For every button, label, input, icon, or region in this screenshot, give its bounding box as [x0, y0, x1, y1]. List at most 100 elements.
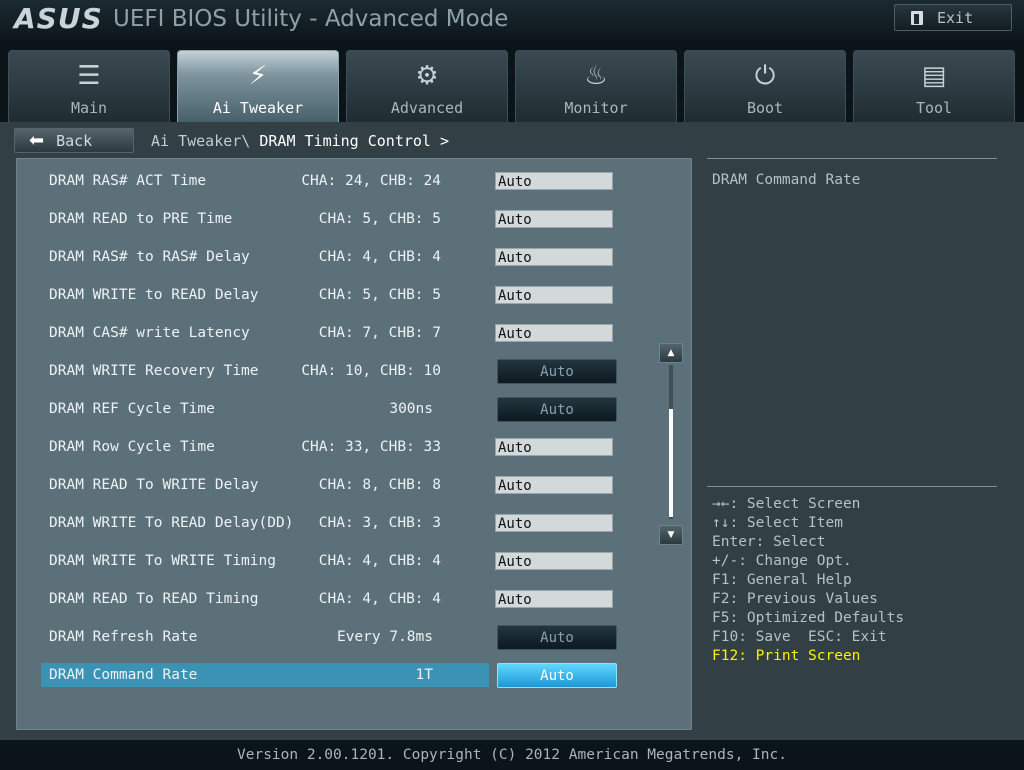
setting-value: Every 7.8ms: [336, 629, 433, 645]
tab-label: Advanced: [390, 99, 464, 117]
scroll-down-button[interactable]: ▼: [659, 525, 683, 545]
setting-value: CHA: 10, CHB: 10: [301, 363, 441, 379]
breadcrumb-parent[interactable]: Ai Tweaker\: [151, 132, 250, 150]
monitor-icon: ♨: [584, 61, 608, 91]
setting-label: DRAM RAS# to RAS# Delay: [49, 249, 250, 265]
dram-read-to-pre-time-input[interactable]: Auto: [495, 210, 613, 228]
setting-label: DRAM CAS# write Latency: [49, 325, 250, 341]
setting-dram-command-rate[interactable]: DRAM Command Rate 1T: [41, 663, 489, 687]
help-title: DRAM Command Rate: [712, 172, 861, 188]
hotkey-change-opt: +/-: Change Opt.: [712, 553, 852, 569]
tab-monitor[interactable]: ♨ Monitor: [515, 50, 677, 122]
hotkey-f10-esc: F10: Save ESC: Exit: [712, 629, 887, 645]
setting-dram-write-to-read-delay-dd[interactable]: DRAM WRITE To READ Delay(DD) CHA: 3, CHB…: [41, 511, 489, 535]
setting-label: DRAM READ to PRE Time: [49, 211, 233, 227]
setting-label: DRAM Row Cycle Time: [49, 439, 215, 455]
scroll-up-button[interactable]: ▲: [659, 343, 683, 363]
tab-main[interactable]: ☰ Main: [8, 50, 170, 122]
setting-dram-read-to-read-timing[interactable]: DRAM READ To READ Timing CHA: 4, CHB: 4: [41, 587, 489, 611]
setting-dram-write-to-read-delay[interactable]: DRAM WRITE to READ Delay CHA: 5, CHB: 5: [41, 283, 489, 307]
exit-button[interactable]: Exit: [894, 4, 1012, 31]
setting-dram-ref-cycle-time[interactable]: DRAM REF Cycle Time 300ns: [41, 397, 489, 421]
dram-write-to-write-timing-input[interactable]: Auto: [495, 552, 613, 570]
help-divider-bottom: [707, 486, 997, 487]
dram-write-to-read-delay-input[interactable]: Auto: [495, 286, 613, 304]
setting-label: DRAM WRITE to READ Delay: [49, 287, 259, 303]
asus-logo: ASUS: [14, 2, 103, 35]
dram-read-to-read-timing-input[interactable]: Auto: [495, 590, 613, 608]
tweaker-icon: ⚡: [248, 61, 268, 91]
title-bar: ASUS UEFI BIOS Utility - Advanced Mode E…: [0, 0, 1024, 40]
tab-label: Monitor: [564, 99, 628, 117]
hotkey-select-item: ↑↓: Select Item: [712, 515, 843, 531]
back-button[interactable]: ⬅ Back: [14, 128, 134, 153]
setting-value: CHA: 7, CHB: 7: [318, 325, 441, 341]
dram-ras-act-time-input[interactable]: Auto: [495, 172, 613, 190]
hotkey-enter: Enter: Select: [712, 534, 826, 550]
setting-label: DRAM RAS# ACT Time: [49, 173, 207, 189]
setting-dram-ras-act-time[interactable]: DRAM RAS# ACT Time CHA: 24, CHB: 24: [41, 169, 489, 193]
tab-label: Main: [70, 99, 108, 117]
dram-row-cycle-time-input[interactable]: Auto: [495, 438, 613, 456]
dram-write-to-read-delay-dd-input[interactable]: Auto: [495, 514, 613, 532]
setting-label: DRAM Command Rate: [49, 667, 198, 683]
dram-ref-cycle-time-option[interactable]: Auto: [497, 397, 617, 422]
dram-cas-write-latency-input[interactable]: Auto: [495, 324, 613, 342]
setting-value: CHA: 4, CHB: 4: [318, 591, 441, 607]
setting-dram-write-to-write-timing[interactable]: DRAM WRITE To WRITE Timing CHA: 4, CHB: …: [41, 549, 489, 573]
hotkey-f2: F2: Previous Values: [712, 591, 878, 607]
setting-dram-cas-write-latency[interactable]: DRAM CAS# write Latency CHA: 7, CHB: 7: [41, 321, 489, 345]
setting-value: 1T: [415, 667, 433, 683]
setting-label: DRAM REF Cycle Time: [49, 401, 215, 417]
dram-ras-to-ras-delay-input[interactable]: Auto: [495, 248, 613, 266]
advanced-icon: ⚙: [415, 61, 439, 91]
tab-advanced[interactable]: ⚙ Advanced: [346, 50, 508, 122]
scrollbar-thumb[interactable]: [669, 409, 673, 517]
setting-label: DRAM READ To READ Timing: [49, 591, 259, 607]
setting-dram-read-to-write-delay[interactable]: DRAM READ To WRITE Delay CHA: 8, CHB: 8: [41, 473, 489, 497]
hotkey-f1: F1: General Help: [712, 572, 852, 588]
exit-door-icon: [911, 10, 923, 25]
main-tabs: ☰ Main ⚡ Ai Tweaker ⚙ Advanced ♨ Monitor…: [0, 40, 1024, 122]
version-footer: Version 2.00.1201. Copyright (C) 2012 Am…: [0, 740, 1024, 768]
setting-value: CHA: 4, CHB: 4: [318, 249, 441, 265]
setting-value: CHA: 24, CHB: 24: [301, 173, 441, 189]
setting-value: 300ns: [389, 401, 433, 417]
hotkey-select-screen: →←: Select Screen: [712, 496, 861, 512]
setting-label: DRAM READ To WRITE Delay: [49, 477, 259, 493]
exit-label: Exit: [937, 8, 974, 27]
help-divider-top: [707, 158, 997, 159]
back-label: Back: [56, 131, 93, 150]
setting-dram-ras-to-ras-delay[interactable]: DRAM RAS# to RAS# Delay CHA: 4, CHB: 4: [41, 245, 489, 269]
dram-read-to-write-delay-input[interactable]: Auto: [495, 476, 613, 494]
setting-value: CHA: 33, CHB: 33: [301, 439, 441, 455]
setting-value: CHA: 8, CHB: 8: [318, 477, 441, 493]
hotkey-f12: F12: Print Screen: [712, 648, 861, 664]
scroll-up-icon: ▲: [667, 348, 675, 358]
setting-dram-row-cycle-time[interactable]: DRAM Row Cycle Time CHA: 33, CHB: 33: [41, 435, 489, 459]
setting-label: DRAM WRITE Recovery Time: [49, 363, 259, 379]
tab-ai-tweaker[interactable]: ⚡ Ai Tweaker: [177, 50, 339, 122]
tab-label: Boot: [746, 99, 784, 117]
tab-boot[interactable]: ⏻ Boot: [684, 50, 846, 122]
tab-label: Ai Tweaker: [212, 99, 304, 117]
scroll-down-icon: ▼: [667, 530, 675, 540]
setting-label: DRAM WRITE To WRITE Timing: [49, 553, 276, 569]
dram-refresh-rate-option[interactable]: Auto: [497, 625, 617, 650]
app-title: UEFI BIOS Utility - Advanced Mode: [113, 6, 509, 32]
dram-command-rate-option[interactable]: Auto: [497, 663, 617, 688]
setting-dram-write-recovery-time[interactable]: DRAM WRITE Recovery Time CHA: 10, CHB: 1…: [41, 359, 489, 383]
toolbox-icon: ▤: [921, 61, 947, 91]
setting-dram-read-to-pre-time[interactable]: DRAM READ to PRE Time CHA: 5, CHB: 5: [41, 207, 489, 231]
hotkey-legend: →←: Select Screen ↑↓: Select Item Enter:…: [712, 495, 904, 666]
setting-dram-refresh-rate[interactable]: DRAM Refresh Rate Every 7.8ms: [41, 625, 489, 649]
setting-value: CHA: 4, CHB: 4: [318, 553, 441, 569]
setting-label: DRAM Refresh Rate: [49, 629, 198, 645]
power-icon: ⏻: [754, 61, 776, 91]
settings-list: DRAM RAS# ACT Time CHA: 24, CHB: 24 Auto…: [16, 158, 692, 730]
setting-value: CHA: 3, CHB: 3: [318, 515, 441, 531]
tab-tool[interactable]: ▤ Tool: [853, 50, 1015, 122]
setting-value: CHA: 5, CHB: 5: [318, 211, 441, 227]
hotkey-f5: F5: Optimized Defaults: [712, 610, 905, 626]
dram-write-recovery-time-option[interactable]: Auto: [497, 359, 617, 384]
